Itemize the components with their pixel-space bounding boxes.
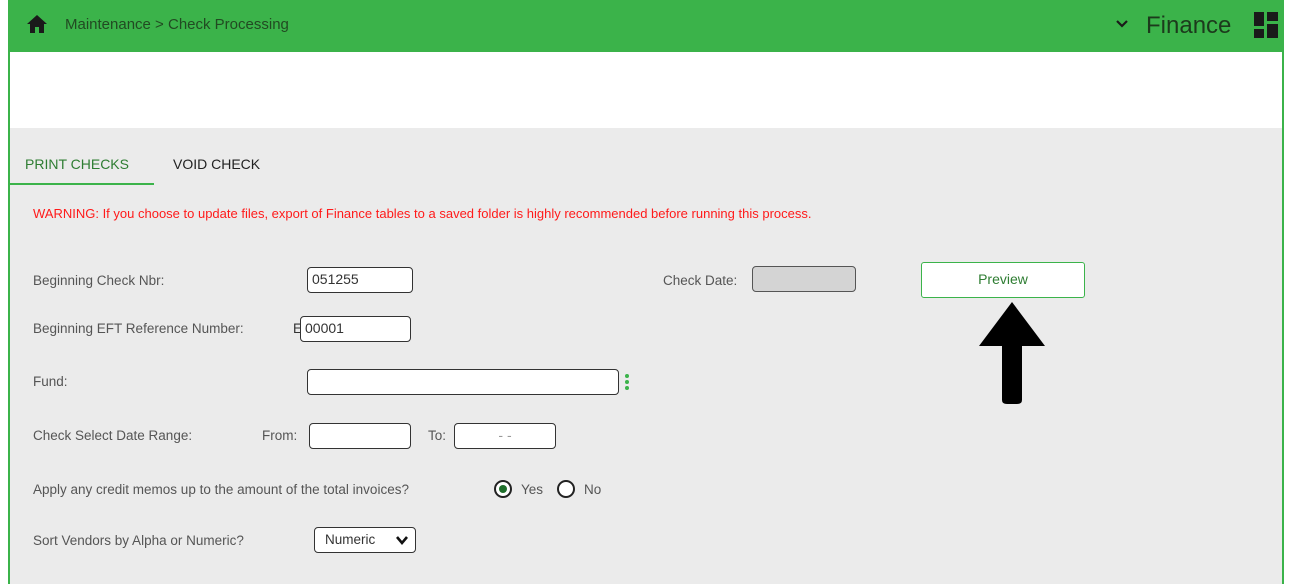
arrow-up-icon: [979, 302, 1045, 404]
app-name[interactable]: Finance: [1146, 12, 1231, 40]
radio-selected-dot: [499, 485, 507, 493]
tab-void-check[interactable]: VOID CHECK: [173, 156, 260, 172]
credit-memos-label: Apply any credit memos up to the amount …: [33, 482, 409, 497]
to-label: To:: [428, 428, 447, 443]
fund-label: Fund:: [33, 374, 68, 389]
top-bar: Maintenance > Check Processing Finance: [8, 0, 1284, 52]
chevron-down-icon: [396, 536, 408, 546]
eft-reference-input[interactable]: 00001: [300, 316, 411, 342]
sort-vendors-label: Sort Vendors by Alpha or Numeric?: [33, 533, 244, 548]
eft-reference-label: Beginning EFT Reference Number:: [33, 321, 244, 336]
sort-vendors-selected-value: Numeric: [325, 532, 376, 547]
check-date-label: Check Date:: [663, 273, 738, 288]
date-range-label: Check Select Date Range:: [33, 428, 193, 443]
credit-memos-yes-label: Yes: [521, 482, 544, 497]
more-options-icon[interactable]: [624, 372, 630, 392]
credit-memos-yes-radio[interactable]: [494, 480, 512, 498]
beginning-check-nbr-label: Beginning Check Nbr:: [33, 273, 165, 288]
home-icon[interactable]: [26, 14, 48, 34]
apps-grid-icon[interactable]: [1254, 12, 1278, 38]
header-blank-area: [10, 52, 1282, 128]
credit-memos-no-radio[interactable]: [557, 480, 575, 498]
beginning-check-nbr-input[interactable]: 051255: [307, 267, 413, 293]
chevron-down-icon[interactable]: [1114, 16, 1130, 32]
from-label: From:: [262, 428, 298, 443]
sort-vendors-select[interactable]: Numeric: [314, 527, 416, 553]
preview-button[interactable]: Preview: [921, 262, 1085, 298]
breadcrumb: Maintenance > Check Processing: [65, 16, 289, 33]
check-date-input: [752, 266, 856, 292]
fund-input[interactable]: [307, 369, 619, 395]
date-from-input[interactable]: [309, 423, 411, 449]
date-to-input[interactable]: - -: [454, 423, 556, 449]
warning-message: WARNING: If you choose to update files, …: [33, 206, 812, 221]
tab-print-checks[interactable]: PRINT CHECKS: [25, 156, 129, 172]
credit-memos-no-label: No: [584, 482, 602, 497]
active-tab-indicator: [10, 183, 154, 185]
